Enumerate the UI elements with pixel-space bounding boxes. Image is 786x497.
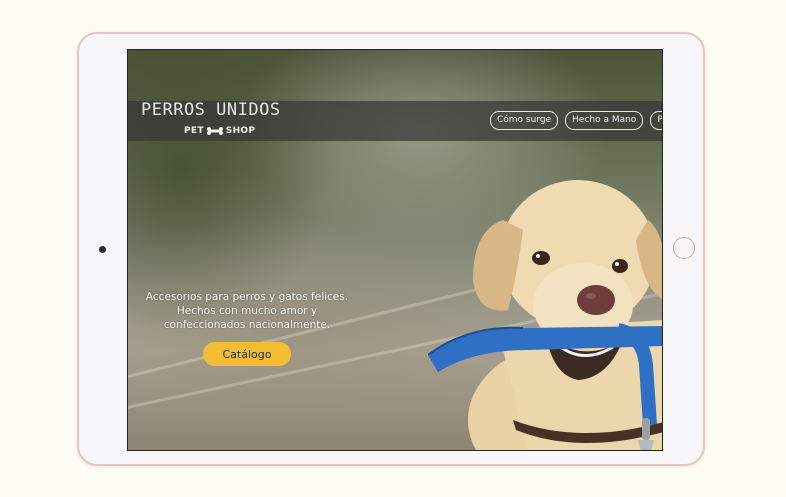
- camera-icon: [99, 246, 106, 253]
- tablet-screen: PERROS UNIDOS PET SHOP Cómo surge Hecho …: [127, 49, 663, 451]
- home-button[interactable]: [673, 237, 695, 259]
- nav-link-hecho-a-mano[interactable]: Hecho a Mano: [565, 111, 644, 130]
- tagline-line: Hechos con mucho amor y: [176, 305, 318, 317]
- tagline-line: Accesorios para perros y gatos felices.: [145, 291, 349, 303]
- nav-links: Cómo surge Hecho a Mano P: [490, 111, 662, 130]
- site-logo[interactable]: PET SHOP: [184, 126, 255, 136]
- tagline-line: confeccionados nacionalmente.: [163, 319, 331, 331]
- bone-icon: [206, 127, 223, 135]
- catalog-button[interactable]: Catálogo: [203, 342, 291, 366]
- hero-tagline: Accesorios para perros y gatos felices. …: [132, 290, 362, 332]
- logo-text-right: SHOP: [225, 126, 256, 136]
- mockup-stage: PERROS UNIDOS PET SHOP Cómo surge Hecho …: [0, 0, 786, 497]
- nav-link-como-surge[interactable]: Cómo surge: [490, 111, 559, 130]
- tablet-frame: PERROS UNIDOS PET SHOP Cómo surge Hecho …: [77, 32, 705, 466]
- logo-text-left: PET: [184, 126, 204, 136]
- brand-title[interactable]: PERROS UNIDOS: [141, 100, 281, 120]
- nav-link-truncated[interactable]: P: [650, 111, 662, 130]
- hero-dog-image: [428, 180, 662, 450]
